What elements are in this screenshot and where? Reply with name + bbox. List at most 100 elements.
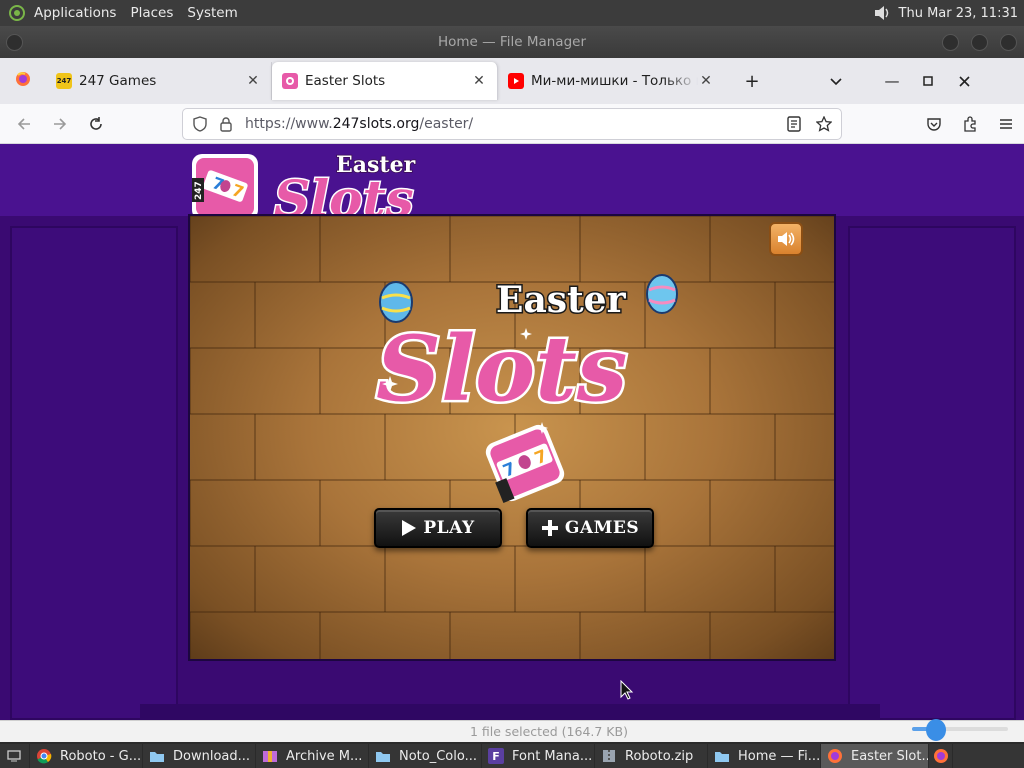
toolbar-right xyxy=(916,108,1024,140)
taskbar-item-downloads[interactable]: Download... xyxy=(143,744,256,768)
firefox-icon xyxy=(827,748,843,764)
desktop-icon xyxy=(6,748,22,764)
site-title[interactable]: Easter Slots xyxy=(272,148,442,229)
247-games-favicon-icon: 247 xyxy=(56,73,72,89)
window-menu-button[interactable] xyxy=(6,34,23,51)
game-title-logo: Easter Slots xyxy=(366,270,686,425)
hamburger-menu-icon[interactable] xyxy=(988,108,1024,140)
close-icon[interactable]: ✕ xyxy=(245,73,261,89)
youtube-icon xyxy=(508,73,524,89)
bottom-band xyxy=(140,704,880,720)
firefox-icon xyxy=(15,71,31,91)
taskbar-firefox-launcher[interactable] xyxy=(929,744,953,768)
left-panel xyxy=(10,226,178,720)
new-tab-plus-icon[interactable]: + xyxy=(734,58,770,104)
zip-icon xyxy=(601,748,617,764)
taskbar-item-label: Archive M... xyxy=(286,748,363,764)
play-button-label: PLAY xyxy=(423,518,475,538)
menu-applications[interactable]: Applications xyxy=(34,5,116,21)
slot-reel-icon: 7 7 xyxy=(480,418,570,508)
folder-icon xyxy=(375,748,391,764)
tab-label: Ми-ми-мишки - Только нс xyxy=(531,73,698,89)
speaker-icon[interactable] xyxy=(769,222,803,256)
header-band xyxy=(0,144,1024,216)
volume-icon[interactable] xyxy=(871,2,893,24)
svg-text:Easter: Easter xyxy=(496,279,627,321)
bookmark-star-icon[interactable] xyxy=(811,111,837,137)
tab-strip: 247 247 Games ✕ Easter Slots ✕ Ми-ми-миш… xyxy=(0,58,1024,104)
play-button[interactable]: PLAY xyxy=(374,508,502,548)
play-triangle-icon xyxy=(401,519,417,537)
taskbar-item-label: Font Mana... xyxy=(512,748,593,764)
taskbar-item-label: Download... xyxy=(173,748,251,764)
navigation-bar: https://www.247slots.org/easter/ xyxy=(0,104,1024,144)
minimize-icon[interactable]: — xyxy=(874,58,910,104)
archive-icon xyxy=(262,748,278,764)
list-tabs-chevron-down-icon[interactable] xyxy=(818,58,854,104)
reader-view-icon[interactable] xyxy=(781,111,807,137)
plus-icon xyxy=(541,519,559,537)
maximize-icon[interactable] xyxy=(910,58,946,104)
show-desktop-button[interactable] xyxy=(0,744,30,768)
taskbar-item-home-file-manager[interactable]: Home — Fi... xyxy=(708,744,821,768)
distro-logo-icon[interactable] xyxy=(6,2,28,24)
taskbar-item-label: Roboto.zip xyxy=(625,748,694,764)
window-minimize-button[interactable] xyxy=(942,34,959,51)
taskbar-item-label: Easter Slot... xyxy=(851,748,929,764)
window-close-button[interactable] xyxy=(1000,34,1017,51)
taskbar-item-label: Roboto - G... xyxy=(60,748,142,764)
tab-mimimishki[interactable]: Ми-ми-мишки - Только нс ✕ xyxy=(498,62,724,100)
easter-egg-icon xyxy=(646,274,678,314)
forward-arrow-icon[interactable] xyxy=(42,108,78,140)
menu-places[interactable]: Places xyxy=(130,5,173,21)
taskbar-item-easter-slots[interactable]: Easter Slot... xyxy=(821,744,929,768)
close-icon[interactable]: ✕ xyxy=(698,73,714,89)
tab-247-games[interactable]: 247 247 Games ✕ xyxy=(46,62,272,100)
lock-icon[interactable] xyxy=(213,111,239,137)
chrome-icon xyxy=(36,748,52,764)
tab-pinned-firefox[interactable] xyxy=(0,62,46,100)
taskbar-item-label: Home — Fi... xyxy=(738,748,821,764)
pocket-icon[interactable] xyxy=(916,108,952,140)
taskbar-item-label: Noto_Colo... xyxy=(399,748,477,764)
games-button-label: GAMES xyxy=(564,518,640,538)
window-title-bar[interactable]: Home — File Manager xyxy=(0,26,1024,58)
window-title: Home — File Manager xyxy=(437,34,586,50)
games-button[interactable]: GAMES xyxy=(526,508,654,548)
tab-label: 247 Games xyxy=(79,73,157,89)
right-panel xyxy=(848,226,1016,720)
back-arrow-icon[interactable] xyxy=(6,108,42,140)
easter-slots-favicon-icon xyxy=(282,73,298,89)
shield-icon[interactable] xyxy=(187,111,213,137)
tab-easter-slots[interactable]: Easter Slots ✕ xyxy=(272,62,498,100)
top-panel: Applications Places System Thu Mar 23, 1… xyxy=(0,0,1024,26)
site-logo[interactable]: 7 7 247 xyxy=(190,152,260,222)
folder-icon xyxy=(149,748,165,764)
zoom-slider-knob[interactable] xyxy=(926,719,946,741)
web-page: 7 7 247 Easter Slots Easter Slots 7 7 PL… xyxy=(0,144,1024,720)
reload-icon[interactable] xyxy=(78,108,114,140)
window-maximize-button[interactable] xyxy=(971,34,988,51)
file-manager-status-bar: 1 file selected (164.7 KB) xyxy=(0,719,1024,742)
status-text: 1 file selected (164.7 KB) xyxy=(470,724,628,739)
svg-text:Slots: Slots xyxy=(376,316,627,420)
url-text[interactable]: https://www.247slots.org/easter/ xyxy=(245,116,777,132)
close-window-icon[interactable] xyxy=(946,58,982,104)
taskbar-item-archive-manager[interactable]: Archive M... xyxy=(256,744,369,768)
extensions-puzzle-icon[interactable] xyxy=(952,108,988,140)
firefox-icon xyxy=(933,748,949,764)
menu-system[interactable]: System xyxy=(187,5,237,21)
taskbar-item-font-manager[interactable]: F Font Mana... xyxy=(482,744,595,768)
folder-icon xyxy=(714,748,730,764)
taskbar: Roboto - G... Download... Archive M... N… xyxy=(0,744,1024,768)
url-bar[interactable]: https://www.247slots.org/easter/ xyxy=(182,108,842,140)
taskbar-item-roboto-chrome[interactable]: Roboto - G... xyxy=(30,744,143,768)
clock[interactable]: Thu Mar 23, 11:31 xyxy=(899,6,1018,21)
taskbar-item-noto-color[interactable]: Noto_Colo... xyxy=(369,744,482,768)
font-icon: F xyxy=(488,748,504,764)
taskbar-item-roboto-zip[interactable]: Roboto.zip xyxy=(595,744,708,768)
mouse-cursor-icon xyxy=(620,679,634,700)
svg-text:247: 247 xyxy=(194,181,204,200)
game-canvas[interactable]: Easter Slots 7 7 PLAY GAMES xyxy=(188,214,836,661)
close-icon[interactable]: ✕ xyxy=(471,73,487,89)
